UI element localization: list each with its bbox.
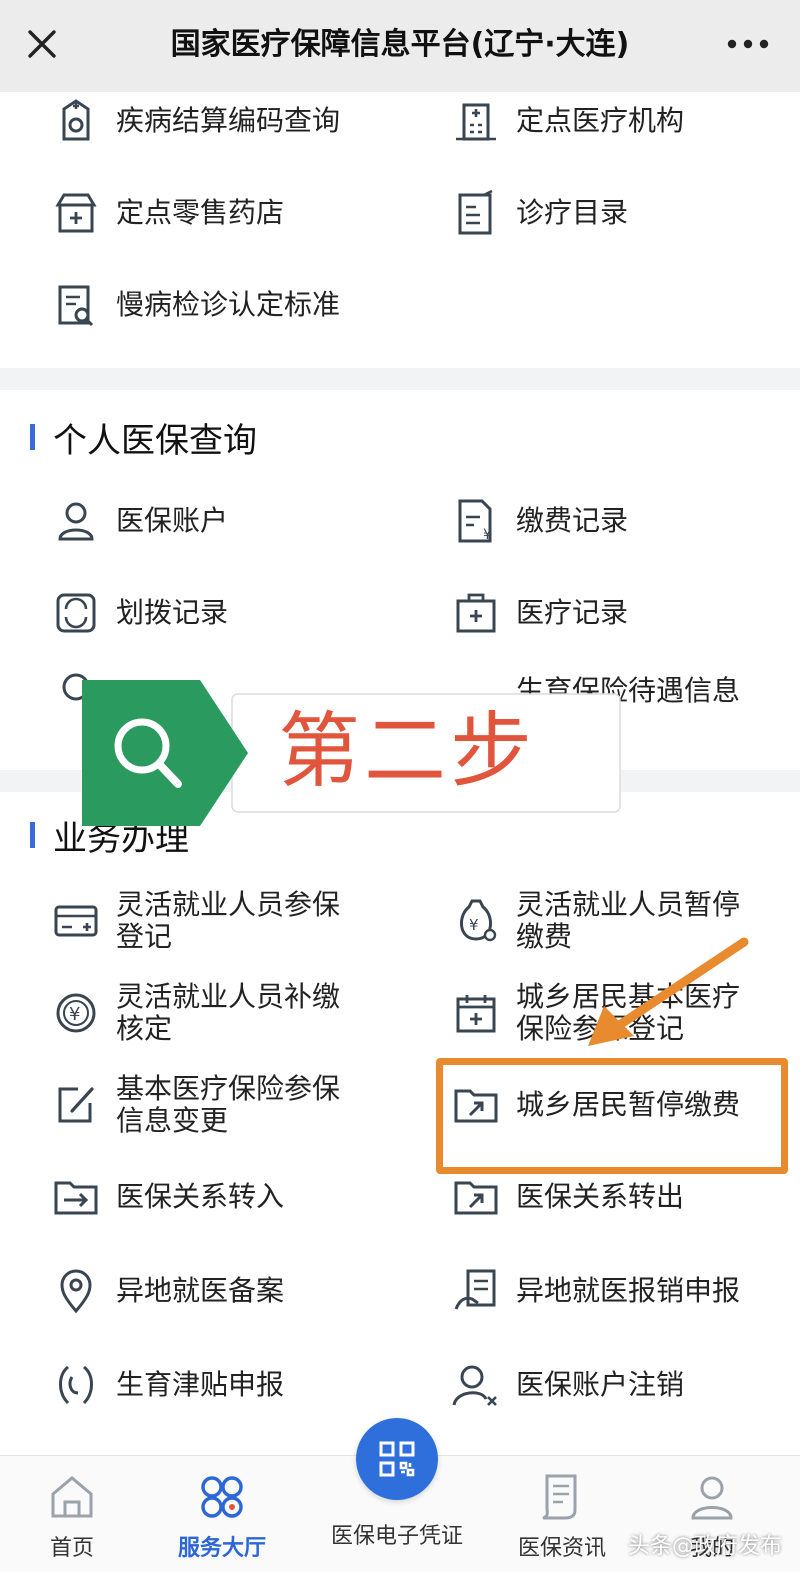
item-label: 划拨记录 [116,596,229,629]
step-text: 第二步 [278,704,537,799]
service-item-transfer-in[interactable]: 医保关系转入 [50,1162,284,1232]
service-item-remote-reimburse[interactable]: 异地就医报销申报 [450,1256,740,1326]
tab-news[interactable]: 医保资讯 [502,1470,622,1566]
close-icon [28,30,56,58]
guide-arrow [588,937,749,1046]
medical-record-icon [456,593,496,633]
section-title-text: 个人医保查询 [53,420,257,461]
tab-label: 医保资讯 [517,1536,606,1561]
tab-e-voucher[interactable]: 医保电子凭证 [322,1418,472,1568]
service-item-payment-record[interactable]: ¥ 缴费记录 [450,486,628,556]
top-bar: 国家医疗保障信息平台(辽宁·大连) [0,0,800,92]
reimburse-icon [454,1269,496,1310]
disease-code-icon [62,99,90,141]
service-item-flexible-enroll[interactable]: 灵活就业人员参保登记 [50,886,366,956]
section-divider [0,368,800,390]
section-marker [30,822,35,848]
service-item-account-cancel[interactable]: 医保账户注销 [450,1350,684,1420]
account-icon [58,502,94,541]
payment-record-icon: ¥ [458,499,492,543]
service-item-account[interactable]: 医保账户 [50,486,228,556]
transfer-record-icon [56,593,96,633]
hospital-icon [456,103,496,141]
item-label: 医保关系转入 [116,1180,285,1213]
item-label: 医保账户 [116,504,229,537]
more-button[interactable] [718,22,778,66]
section-title-personal: 个人医保查询 [30,412,257,462]
folder-in-icon [54,1181,98,1215]
item-label: 定点零售药店 [116,196,285,229]
more-icon [727,39,769,49]
item-label: 疾病结算编码查询 [116,104,341,137]
item-label: 诊疗目录 [516,196,629,229]
item-label: 异地就医备案 [116,1274,285,1307]
calendar-plus-icon [456,995,496,1033]
tab-label: 首页 [49,1536,94,1561]
step-overlay: 第二步 [82,680,622,826]
item-label: 异地就医报销申报 [516,1274,741,1307]
folder-out-icon [454,1181,498,1215]
yen-coin-icon: ¥ [56,993,96,1033]
edit-icon [58,1087,94,1123]
qrcode-icon [379,1441,415,1477]
tab-label: 服务大厅 [177,1536,266,1561]
watermark: 头条@政府发布 [628,1534,783,1559]
item-label: 慢病检诊认定标准 [116,288,341,321]
news-icon [542,1474,577,1520]
item-label: 缴费记录 [516,504,629,537]
svg-text:¥: ¥ [69,1004,80,1025]
item-label: 基本医疗保险参保信息变更 [116,1072,341,1137]
svg-text:¥: ¥ [483,527,492,543]
standard-search-icon [58,285,94,327]
catalog-icon [458,189,493,235]
page-title: 国家医疗保障信息平台(辽宁·大连) [170,27,630,62]
item-label: 灵活就业人员补缴核定 [116,980,341,1045]
service-item-catalog[interactable]: 诊疗目录 [450,178,628,248]
maternity-icon [59,1365,93,1405]
service-item-medical-record[interactable]: 医疗记录 [450,578,628,648]
money-bag-icon: ¥ [460,899,497,942]
services-icon [201,1476,243,1518]
svg-text:¥: ¥ [469,916,479,934]
pharmacy-icon [55,193,97,233]
service-item-pharmacy[interactable]: 定点零售药店 [50,178,284,248]
tab-label: 医保电子凭证 [330,1524,463,1549]
item-label: 定点医疗机构 [516,104,685,137]
service-item-remote-filing[interactable]: 异地就医备案 [50,1256,284,1326]
location-icon [60,1269,92,1314]
home-icon [51,1476,93,1518]
section-marker [30,424,35,450]
service-item-chronic-standard[interactable]: 慢病检诊认定标准 [50,270,340,340]
item-label: 医疗记录 [516,596,629,629]
service-item-maternity-allowance[interactable]: 生育津贴申报 [50,1350,284,1420]
tab-services[interactable]: 服务大厅 [162,1470,282,1566]
user-icon [691,1476,733,1520]
close-button[interactable] [18,20,66,68]
highlight-box [436,1058,788,1174]
item-label: 医保关系转出 [516,1180,685,1213]
service-item-disease-code[interactable]: 疾病结算编码查询 [50,86,340,156]
service-item-hospital[interactable]: 定点医疗机构 [450,86,684,156]
e-voucher-button[interactable] [356,1418,438,1500]
service-item-transfer-record[interactable]: 划拨记录 [50,578,228,648]
service-item-flexible-repay[interactable]: ¥ 灵活就业人员补缴核定 [50,978,366,1048]
search-icon [82,680,83,681]
card-add-icon [54,905,98,937]
item-label: 医保账户注销 [516,1368,685,1401]
item-label: 生育津贴申报 [116,1368,285,1401]
tab-home[interactable]: 首页 [12,1470,132,1566]
service-item-info-change[interactable]: 基本医疗保险参保信息变更 [50,1070,366,1140]
user-remove-icon [452,1365,497,1406]
item-label: 灵活就业人员参保登记 [116,888,341,953]
